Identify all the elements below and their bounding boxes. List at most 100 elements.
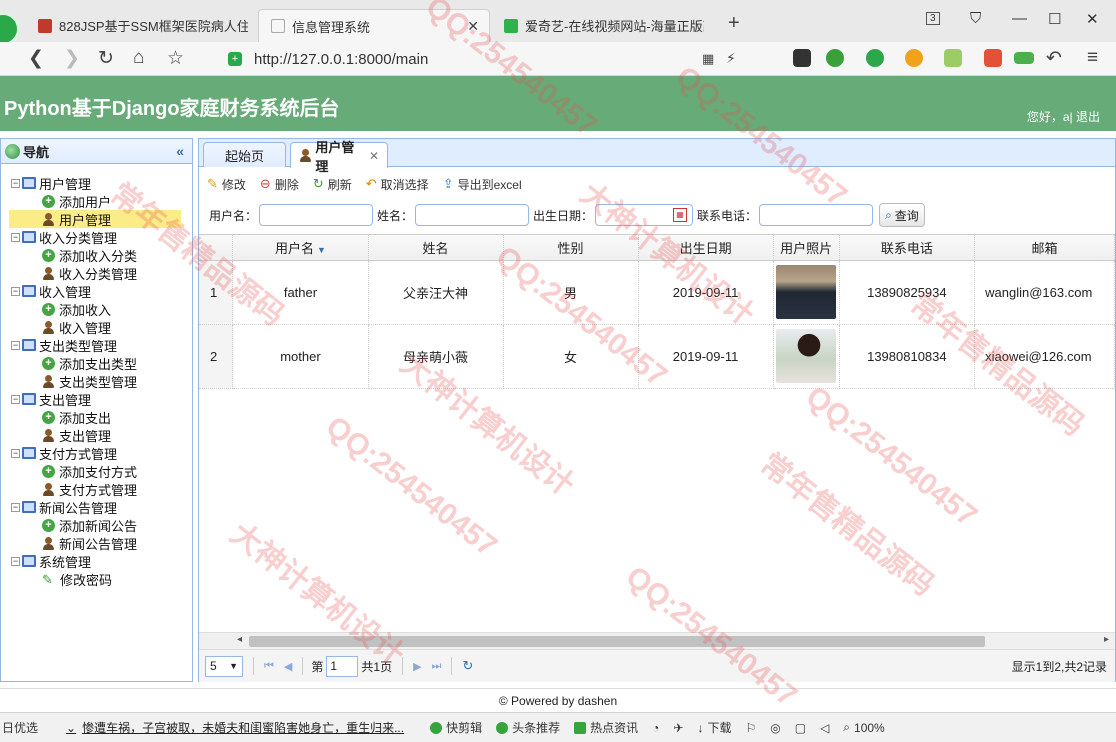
back-icon[interactable]: ❮ [28,47,44,70]
tree-group-income[interactable]: − 收入管理 [1,282,192,300]
tree-item-add-payment[interactable]: + 添加支付方式 [1,462,192,480]
zoom-button[interactable]: ⌕ 100% [843,720,884,735]
col-header-gender[interactable]: 性别 [503,235,639,261]
new-tab-icon[interactable]: + [728,12,740,35]
export-excel-button[interactable]: ⇪ 导出到excel [443,176,522,193]
refresh-button[interactable]: ↻ 刷新 [313,176,352,193]
maximize-icon[interactable]: ☐ [1048,10,1061,28]
download-button[interactable]: ↓ 下载 [697,719,731,736]
tab-home[interactable]: 起始页 [203,142,286,167]
col-header-phone[interactable]: 联系电话 [839,235,976,261]
tree-item-add-expense[interactable]: + 添加支出 [1,408,192,426]
tree-item-add-news[interactable]: + 添加新闻公告 [1,516,192,534]
image-icon[interactable] [944,49,962,67]
delete-button[interactable]: ⊖ 删除 [260,176,299,193]
col-header-birth[interactable]: 出生日期 [638,235,774,261]
pin-icon[interactable]: ✈ [673,721,683,735]
apps-icon[interactable] [984,49,1002,67]
query-button[interactable]: ⌕ 查询 [879,203,925,227]
quick-clip-button[interactable]: 快剪辑 [430,719,482,736]
cancel-select-button[interactable]: ↶ 取消选择 [366,176,429,193]
collapse-toggle-icon[interactable]: − [11,448,20,458]
phone-input[interactable] [759,204,874,226]
browser-tab-2[interactable]: 信息管理系统 ✕ [258,9,490,42]
minimize-icon[interactable]: — [1012,10,1027,27]
collapse-icon[interactable]: « [176,143,184,159]
col-header-email[interactable]: 邮箱 [974,235,1115,261]
tree-item-add-user[interactable]: + 添加用户 [1,192,192,210]
hot-news-button[interactable]: 热点资讯 [574,719,638,736]
tree-item-expense-manage[interactable]: 支出管理 [1,426,192,444]
name-input[interactable] [415,204,530,226]
tree-item-change-password[interactable]: ✎ 修改密码 [1,570,192,588]
news-ticker[interactable]: ⌄ 惨遭车祸，子宫被取，未婚夫和闺蜜陷害她身亡，重生归来... [66,719,404,736]
calendar-icon[interactable]: ▦ [673,208,688,222]
reload-icon[interactable]: ↻ [98,47,114,70]
home-icon[interactable]: ⌂ [133,47,144,69]
collapse-toggle-icon[interactable]: − [11,394,20,404]
tree-item-payment-manage[interactable]: 支付方式管理 [1,480,192,498]
horizontal-scrollbar[interactable]: ◂ ▸ [199,632,1115,649]
col-header-name[interactable]: 姓名 [368,235,504,261]
shirt-icon[interactable]: ⛉ [970,10,981,27]
next-page-icon[interactable]: ▶ [413,660,421,673]
tree-item-income-category-manage[interactable]: 收入分类管理 [1,264,192,282]
headlines-button[interactable]: 头条推荐 [496,719,560,736]
flag-icon[interactable]: ⚐ [745,721,756,735]
collapse-toggle-icon[interactable]: − [11,556,20,566]
tree-group-expense-type[interactable]: − 支出类型管理 [1,336,192,354]
prev-page-icon[interactable]: ◀ [284,660,292,673]
col-header-username[interactable]: 用户名 ▼ [232,235,369,261]
browser-tab-3[interactable]: 爱奇艺-在线视频网站-海量正版高 [492,9,714,42]
collapse-toggle-icon[interactable]: − [11,286,20,296]
logout-link[interactable]: 退出 [1076,110,1100,124]
extension-icon[interactable] [793,49,811,67]
battery-icon[interactable] [1014,52,1034,64]
star-icon[interactable]: ☆ [167,47,184,70]
tree-item-income-manage[interactable]: 收入管理 [1,318,192,336]
undo-icon[interactable]: ↶ [1046,47,1062,70]
page-number-input[interactable]: 1 [326,655,359,677]
col-header-photo[interactable]: 用户照片 [773,235,840,261]
lightning-icon[interactable]: ⚡ [726,50,736,67]
table-row[interactable]: 2 mother 母亲萌小薇 女 2019-09-11 13980810834 … [199,324,1115,389]
speed-icon[interactable]: ◔ [652,721,659,735]
status-left[interactable]: 日优选 [2,719,38,736]
tree-group-user[interactable]: − 用户管理 [1,174,192,192]
tree-group-system[interactable]: − 系统管理 [1,552,192,570]
tree-item-add-expense-type[interactable]: + 添加支出类型 [1,354,192,372]
scroll-left-icon[interactable]: ◂ [237,634,242,645]
tree-item-add-income[interactable]: + 添加收入 [1,300,192,318]
scroll-right-icon[interactable]: ▸ [1104,634,1109,645]
menu-icon[interactable]: ≡ [1087,47,1098,69]
browser-tab-1[interactable]: 828JSP基于SSM框架医院病人住 [26,9,258,42]
scrollbar-thumb[interactable] [249,636,985,647]
tree-item-expense-type-manage[interactable]: 支出类型管理 [1,372,192,390]
first-page-icon[interactable]: ⏮ [264,660,274,673]
window-icon[interactable]: ▢ [795,721,806,735]
reload-icon[interactable]: ↻ [462,658,473,674]
tree-item-add-income-category[interactable]: + 添加收入分类 [1,246,192,264]
translate-icon[interactable] [866,49,884,67]
tree-group-income-category[interactable]: − 收入分类管理 [1,228,192,246]
qr-icon[interactable]: ▦ [702,51,714,67]
url-field[interactable]: + http://127.0.0.1:8000/main [222,46,772,72]
scissors-icon[interactable] [826,49,844,67]
edit-button[interactable]: ✎ 修改 [207,176,246,193]
close-tab-icon[interactable]: ✕ [459,18,479,35]
browser-icon[interactable]: ◎ [770,721,780,735]
collapse-toggle-icon[interactable]: − [11,340,20,350]
forward-icon[interactable]: ❯ [64,47,80,70]
tab-count-badge[interactable]: 3 [926,12,940,25]
tree-group-expense[interactable]: − 支出管理 [1,390,192,408]
last-page-icon[interactable]: ⏭ [432,660,442,673]
collapse-toggle-icon[interactable]: − [11,232,20,242]
page-size-select[interactable]: 5 ▼ [205,655,243,677]
tab-user-manage[interactable]: 用户管理 ✕ [290,140,388,174]
collapse-toggle-icon[interactable]: − [11,178,20,188]
tree-item-news-manage[interactable]: 新闻公告管理 [1,534,192,552]
table-row[interactable]: 1 father 父亲汪大神 男 2019-09-11 13890825934 … [199,260,1115,325]
coin-icon[interactable] [905,49,923,67]
volume-icon[interactable]: ◁ [820,721,829,735]
close-tab-icon[interactable]: ✕ [369,149,379,163]
